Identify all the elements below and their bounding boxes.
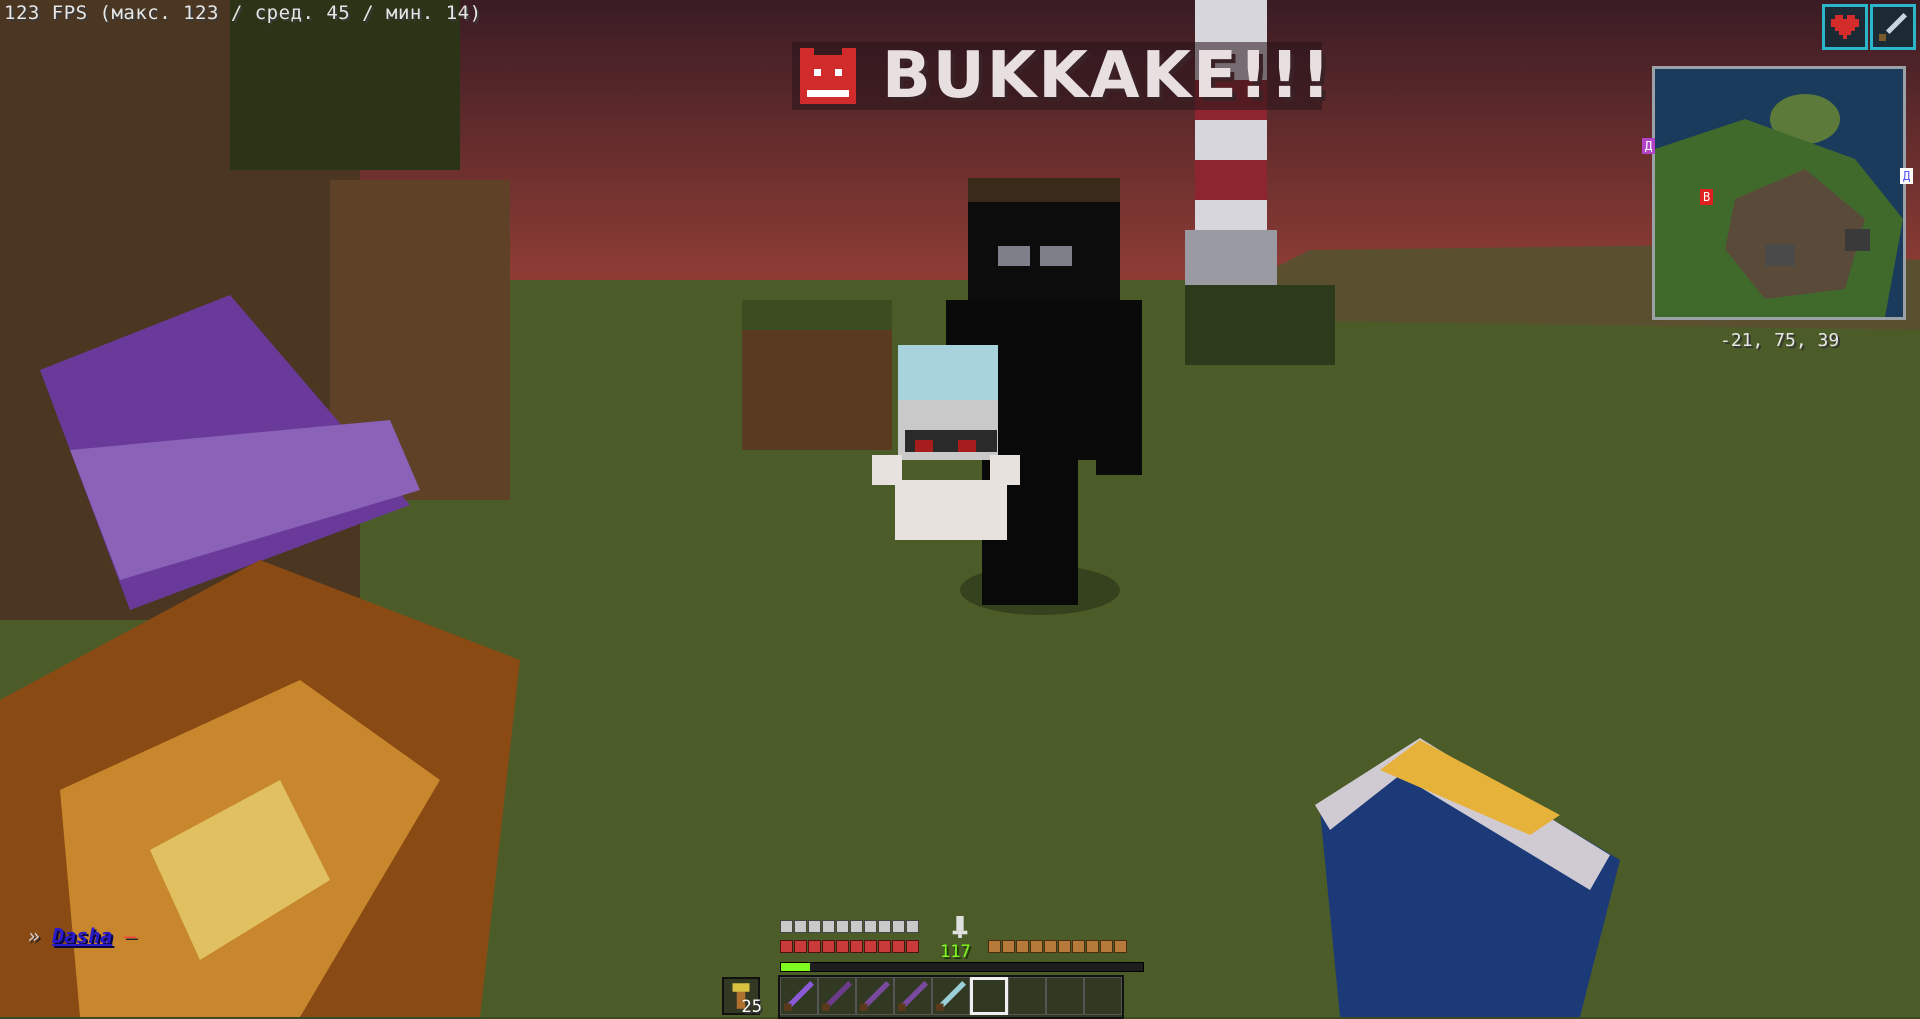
food-icon [1114,940,1127,953]
chat-separator: – [124,924,137,948]
trident-icon [936,981,966,1011]
effect-slot-health [1822,4,1868,50]
heart-icon [794,940,807,953]
armor-icon [794,920,807,933]
xp-bar [780,962,1144,972]
food-icon [988,940,1001,953]
xp-bar-fill [781,963,810,971]
title-text: BUKKAKE!!! [882,39,1333,113]
food-icon [1030,940,1043,953]
food-icon [1058,940,1071,953]
chat-player-name[interactable]: Dasha [52,924,112,948]
heart-icon [822,940,835,953]
heart-icon [836,940,849,953]
heart-icon [850,940,863,953]
heart-icon [878,940,891,953]
coordinates-readout: -21, 75, 39 [1720,330,1840,351]
heart-icon [864,940,877,953]
leaves-bush [1185,285,1335,365]
hotbar-slot[interactable] [856,977,894,1015]
armor-icon [822,920,835,933]
hotbar[interactable] [778,975,1124,1019]
food-icon [1100,940,1113,953]
food-icon [1072,940,1085,953]
fps-counter: 123 FPS (макс. 123 / сред. 45 / мин. 14) [4,2,482,24]
heart-icon [906,940,919,953]
heart-icon [780,940,793,953]
hunger-bar [988,940,1127,953]
hotbar-slot[interactable] [1084,977,1122,1015]
xp-level: 117 [940,942,971,962]
minimap-waypoint-label: В [1700,189,1714,205]
minimap-waypoint-label: Д [1642,138,1656,154]
armor-icon [780,920,793,933]
hotbar-slot[interactable] [894,977,932,1015]
food-icon [1044,940,1057,953]
chat-prefix: » [28,924,41,948]
health-bar [780,940,919,953]
heart-icon [808,940,821,953]
offhand-slot[interactable]: 25 [722,977,762,1017]
hotbar-slot[interactable] [780,977,818,1015]
netherite-axe-icon [898,981,928,1011]
netherite-shovel-icon [860,981,890,1011]
hotbar-slot[interactable] [970,977,1008,1015]
minimap[interactable]: В [1652,66,1906,320]
armor-icon [850,920,863,933]
hotbar-slot[interactable] [1046,977,1084,1015]
effect-slot-strength [1870,4,1916,50]
food-icon [1086,940,1099,953]
chat-line: » Dasha – [28,924,136,948]
red-creature-icon [800,48,856,104]
armor-icon [906,920,919,933]
hotbar-slot[interactable] [818,977,856,1015]
armor-icon [808,920,821,933]
armor-icon [892,920,905,933]
armor-icon [836,920,849,933]
title-banner: BUKKAKE!!! [792,39,1330,113]
armor-icon [864,920,877,933]
armor-bar [780,920,919,933]
sword-icon [1879,13,1907,41]
microphone-icon [952,916,968,938]
netherite-pickaxe-icon [822,981,852,1011]
food-icon [1002,940,1015,953]
netherite-sword-icon [784,981,814,1011]
minimap-waypoint-label: Д [1900,168,1914,184]
heart-icon [1831,15,1859,39]
armor-icon [878,920,891,933]
game-world-view[interactable] [0,0,1920,1017]
minimap-terrain [1655,69,1903,317]
heart-icon [892,940,905,953]
food-icon [1016,940,1029,953]
hotbar-slot[interactable] [1008,977,1046,1015]
hotbar-slot[interactable] [932,977,970,1015]
offhand-count: 25 [741,997,762,1017]
